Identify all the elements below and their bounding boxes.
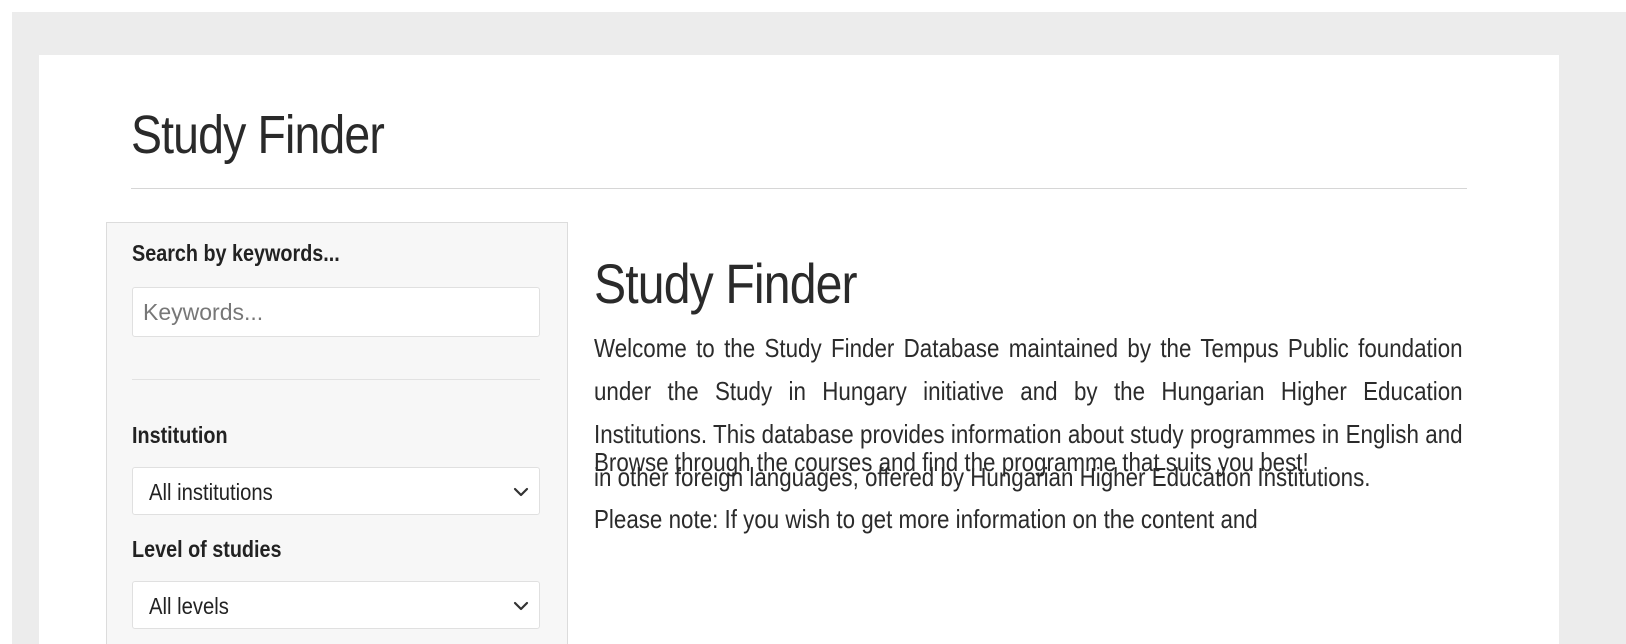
sidebar-divider xyxy=(132,379,540,380)
main-content: Study Finder Welcome to the Study Finder… xyxy=(594,245,1474,541)
chevron-down-icon xyxy=(513,601,529,611)
institution-label: Institution xyxy=(132,422,228,448)
title-divider xyxy=(131,188,1467,189)
keywords-label: Search by keywords... xyxy=(132,240,340,266)
level-select[interactable]: All levels xyxy=(132,581,540,629)
institution-select[interactable]: All institutions xyxy=(132,467,540,515)
note-paragraph: Please note: If you wish to get more inf… xyxy=(594,504,1258,534)
page-title: Study Finder xyxy=(131,105,385,165)
level-label: Level of studies xyxy=(132,536,282,562)
left-edge xyxy=(0,0,12,644)
content-card: Study Finder Search by keywords... Insti… xyxy=(39,55,1559,644)
top-edge xyxy=(0,0,1626,12)
chevron-down-icon xyxy=(513,487,529,497)
browse-paragraph: Browse through the courses and find the … xyxy=(594,447,1309,477)
institution-select-value: All institutions xyxy=(149,479,273,505)
search-sidebar: Search by keywords... Institution All in… xyxy=(106,222,568,644)
main-title: Study Finder xyxy=(594,252,858,315)
level-select-value: All levels xyxy=(149,593,229,619)
keywords-input[interactable] xyxy=(132,287,540,337)
